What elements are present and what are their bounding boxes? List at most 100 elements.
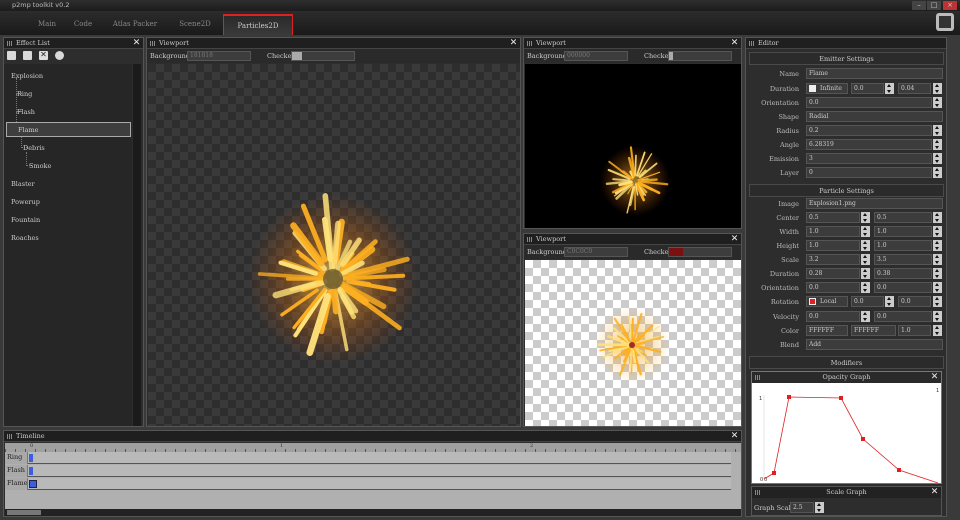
timeline-row-flame[interactable]: Flame bbox=[5, 478, 731, 490]
layer-field[interactable]: 0 bbox=[806, 167, 932, 178]
background-color-field[interactable]: 181818 bbox=[187, 51, 251, 61]
orientation-spinner[interactable] bbox=[933, 97, 942, 108]
grip-icon[interactable] bbox=[755, 375, 761, 380]
particle-duration-max-field[interactable]: 0.38 bbox=[874, 268, 932, 279]
velocity-max-spinner[interactable] bbox=[933, 311, 942, 322]
close-icon[interactable]: ✕ bbox=[730, 39, 739, 48]
grip-icon[interactable] bbox=[7, 434, 13, 439]
grip-icon[interactable] bbox=[755, 490, 761, 495]
rotation-max-spinner[interactable] bbox=[933, 296, 942, 307]
viewport-canvas[interactable] bbox=[525, 64, 741, 228]
duration-max-field[interactable]: 0.04 bbox=[898, 83, 931, 94]
background-color-field[interactable]: C0C0C0 bbox=[564, 247, 628, 257]
tab-particles2d[interactable]: Particles2D bbox=[223, 14, 293, 35]
timeline-ruler[interactable]: 0 1 2 bbox=[5, 443, 741, 452]
scrollbar[interactable] bbox=[133, 64, 141, 426]
image-field[interactable]: Explosion1.png bbox=[806, 198, 943, 209]
height-max-field[interactable]: 1.0 bbox=[874, 240, 932, 251]
alpha-field[interactable]: 1.0 bbox=[898, 325, 931, 336]
rotation-min-field[interactable]: 0.0 bbox=[851, 296, 884, 307]
checker-color-field[interactable] bbox=[668, 247, 732, 257]
particle-orientation-min-field[interactable]: 0.0 bbox=[806, 282, 860, 293]
particle-duration-min-field[interactable]: 0.28 bbox=[806, 268, 860, 279]
particle-settings-header[interactable]: Particle Settings bbox=[749, 184, 944, 197]
open-folder-icon[interactable] bbox=[23, 51, 32, 60]
grip-icon[interactable] bbox=[749, 41, 755, 46]
checker-color-field[interactable] bbox=[668, 51, 732, 61]
close-icon[interactable]: ✕ bbox=[730, 235, 739, 244]
grip-icon[interactable] bbox=[527, 41, 533, 46]
viewport-canvas[interactable] bbox=[148, 64, 520, 426]
close-icon[interactable]: ✕ bbox=[509, 39, 518, 48]
width-min-spinner[interactable] bbox=[861, 226, 870, 237]
velocity-min-field[interactable]: 0.0 bbox=[806, 311, 860, 322]
alpha-spinner[interactable] bbox=[933, 325, 942, 336]
graph-point[interactable] bbox=[839, 396, 843, 400]
emitter-settings-header[interactable]: Emitter Settings bbox=[749, 52, 944, 65]
center-x-spinner[interactable] bbox=[861, 212, 870, 223]
timeline-scrollbar[interactable] bbox=[5, 509, 741, 516]
center-x-field[interactable]: 0.5 bbox=[806, 212, 860, 223]
rotation-min-spinner[interactable] bbox=[885, 296, 894, 307]
infinite-checkbox[interactable]: Infinite bbox=[806, 83, 848, 94]
save-icon[interactable] bbox=[7, 51, 16, 60]
color-end-field[interactable]: FFFFFF bbox=[851, 325, 896, 336]
velocity-min-spinner[interactable] bbox=[861, 311, 870, 322]
checker-color-field[interactable] bbox=[291, 51, 355, 61]
width-max-spinner[interactable] bbox=[933, 226, 942, 237]
tree-item-ring[interactable]: Ring bbox=[17, 90, 32, 98]
height-min-spinner[interactable] bbox=[861, 240, 870, 251]
tree-item-debris[interactable]: Debris bbox=[23, 144, 45, 152]
emission-field[interactable]: 3 bbox=[806, 153, 932, 164]
tree-item-powerup[interactable]: Powerup bbox=[11, 198, 40, 206]
tree-item-roaches[interactable]: Roaches bbox=[11, 234, 39, 242]
modifiers-header[interactable]: Modifiers bbox=[749, 356, 944, 369]
shape-select[interactable]: Radial bbox=[806, 111, 943, 122]
scale-max-field[interactable]: 3.5 bbox=[874, 254, 932, 265]
timeline-keyframe[interactable] bbox=[29, 467, 33, 475]
timeline-keyframe[interactable] bbox=[29, 480, 37, 488]
graph-scale-field[interactable]: 2.5 bbox=[790, 502, 814, 513]
tree-item-flash[interactable]: Flash bbox=[17, 108, 35, 116]
graph-scale-spinner[interactable] bbox=[815, 502, 824, 513]
tree-item-flame[interactable]: Flame bbox=[6, 122, 131, 137]
tab-scene2d[interactable]: Scene2D bbox=[160, 14, 230, 35]
duration-min-field[interactable]: 0.0 bbox=[851, 83, 884, 94]
scale-min-spinner[interactable] bbox=[861, 254, 870, 265]
minimize-button[interactable]: – bbox=[912, 1, 926, 10]
rotation-max-field[interactable]: 0.0 bbox=[898, 296, 931, 307]
grip-icon[interactable] bbox=[150, 41, 156, 46]
duration-min-spinner[interactable] bbox=[885, 83, 894, 94]
close-icon[interactable]: ✕ bbox=[730, 432, 739, 441]
blend-select[interactable]: Add bbox=[806, 339, 943, 350]
particle-duration-min-spinner[interactable] bbox=[861, 268, 870, 279]
color-start-field[interactable]: FFFFFF bbox=[806, 325, 848, 336]
close-icon[interactable]: ✕ bbox=[930, 373, 939, 382]
tree-item-smoke[interactable]: Smoke bbox=[29, 162, 51, 170]
close-icon[interactable]: ✕ bbox=[132, 39, 141, 48]
local-checkbox[interactable]: Local bbox=[806, 296, 848, 307]
graph-point[interactable] bbox=[787, 395, 791, 399]
angle-field[interactable]: 6.28319 bbox=[806, 139, 932, 150]
height-max-spinner[interactable] bbox=[933, 240, 942, 251]
width-min-field[interactable]: 1.0 bbox=[806, 226, 860, 237]
tree-item-blaster[interactable]: Blaster bbox=[11, 180, 35, 188]
layer-spinner[interactable] bbox=[933, 167, 942, 178]
tree-item-fountain[interactable]: Fountain bbox=[11, 216, 40, 224]
orientation-field[interactable]: 0.0 bbox=[806, 97, 932, 108]
radius-field[interactable]: 0.2 bbox=[806, 125, 932, 136]
duration-max-spinner[interactable] bbox=[933, 83, 942, 94]
maximize-button[interactable]: □ bbox=[927, 1, 941, 10]
graph-point[interactable] bbox=[861, 437, 865, 441]
particle-orientation-min-spinner[interactable] bbox=[861, 282, 870, 293]
opacity-graph-canvas[interactable]: 1 0 0 1 bbox=[752, 383, 941, 483]
particle-duration-max-spinner[interactable] bbox=[933, 268, 942, 279]
timeline-row-flash[interactable]: Flash bbox=[5, 465, 731, 477]
graph-point[interactable] bbox=[772, 471, 776, 475]
center-y-field[interactable]: 0.5 bbox=[874, 212, 932, 223]
add-icon[interactable] bbox=[55, 51, 64, 60]
center-y-spinner[interactable] bbox=[933, 212, 942, 223]
particle-orientation-max-field[interactable]: 0.0 bbox=[874, 282, 932, 293]
scale-min-field[interactable]: 3.2 bbox=[806, 254, 860, 265]
background-color-field[interactable]: 000000 bbox=[564, 51, 628, 61]
